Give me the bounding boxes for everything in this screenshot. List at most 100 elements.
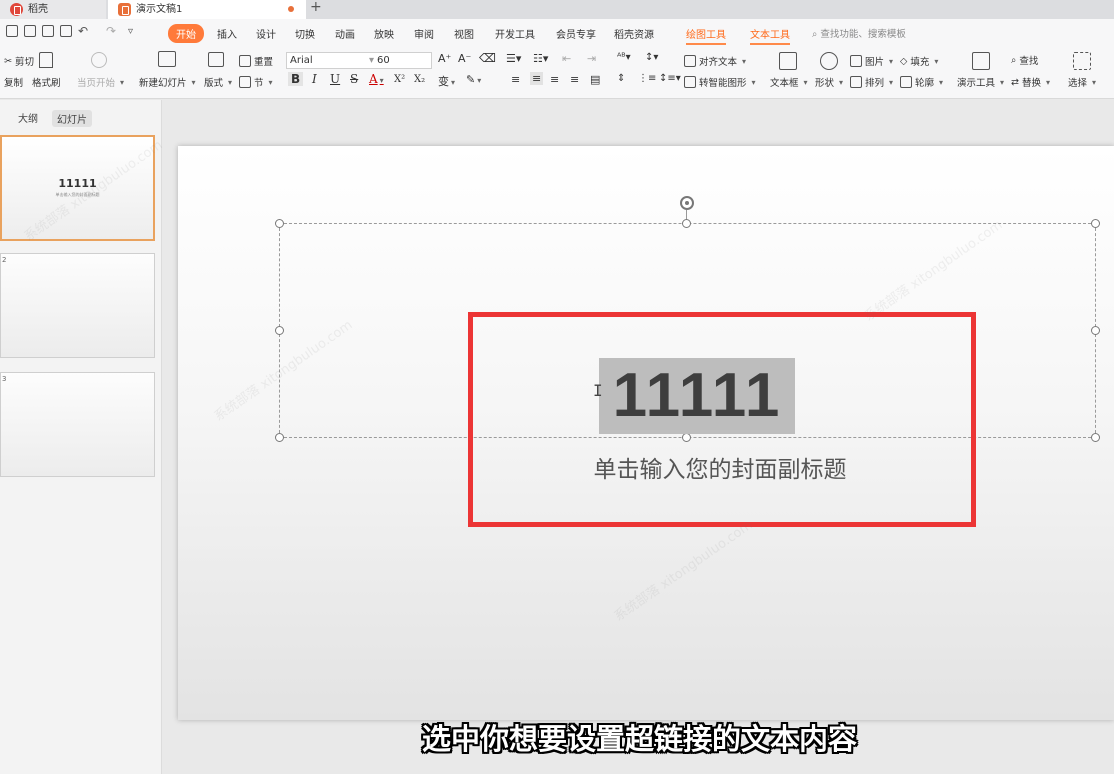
bullet-list-icon[interactable]: ☰▾ — [506, 52, 521, 65]
numbered-list-icon[interactable]: ☷▾ — [533, 52, 548, 65]
column-icon[interactable]: ⇕ — [617, 73, 625, 84]
menu-drawing-tools[interactable]: 绘图工具 — [686, 26, 726, 45]
menu-home[interactable]: 开始 — [168, 24, 204, 43]
increase-indent-icon[interactable]: ⇥ — [587, 52, 596, 65]
line-spacing-icon[interactable]: ↕≡▾ — [659, 73, 681, 84]
outline-button[interactable]: 轮廓 — [900, 75, 943, 89]
file-icon[interactable] — [6, 25, 18, 37]
title-tab-bar: 稻壳 演示文稿1 + — [0, 0, 1114, 19]
resize-handle-bottom-right[interactable] — [1091, 433, 1100, 442]
menu-member[interactable]: 会员专享 — [556, 26, 596, 41]
tab-docer[interactable]: 稻壳 — [0, 0, 106, 19]
arrange-button[interactable]: 排列 — [850, 75, 893, 89]
menu-review[interactable]: 审阅 — [414, 26, 434, 41]
new-tab-button[interactable]: + — [310, 0, 322, 15]
print-preview-icon[interactable] — [60, 25, 72, 37]
slide-thumbnail-2[interactable]: 2 — [0, 253, 155, 358]
save-icon[interactable] — [24, 25, 36, 37]
font-name-field[interactable]: Arial — [290, 55, 313, 66]
format-painter-label: 格式刷 — [32, 78, 61, 89]
picture-button[interactable]: 图片 — [850, 54, 893, 68]
fill-label: 填充 — [910, 57, 930, 68]
find-button[interactable]: ⌕ 查找 — [1011, 53, 1038, 68]
customize-toolbar-icon[interactable]: ▿ — [128, 26, 133, 37]
superscript-button[interactable]: X² — [394, 74, 405, 85]
slide-thumbnail-1[interactable]: 11111 单击输入您的封面副标题 — [0, 135, 155, 241]
menu-text-tools[interactable]: 文本工具 — [750, 26, 790, 45]
tab-presentation1[interactable]: 演示文稿1 — [108, 0, 306, 19]
increase-font-icon[interactable]: A⁺ — [438, 52, 451, 65]
new-slide-button[interactable]: 新建幻灯片 — [139, 75, 196, 89]
clear-format-icon[interactable]: ⌫ — [479, 51, 496, 65]
font-size-field[interactable]: 60 — [377, 53, 390, 68]
outline-icon — [900, 76, 912, 88]
print-icon[interactable] — [42, 25, 54, 37]
shape-button[interactable]: 形状 — [815, 75, 843, 89]
tab-slides[interactable]: 幻灯片 — [52, 110, 92, 127]
tab-outline[interactable]: 大纲 — [18, 110, 38, 125]
smart-shape-icon — [684, 76, 696, 88]
menu-design[interactable]: 设计 — [256, 26, 276, 41]
replace-button[interactable]: ⇄ 替换 — [1011, 75, 1050, 90]
redo-icon[interactable]: ↷ — [106, 24, 116, 38]
fill-button[interactable]: ◇ 填充 — [900, 54, 938, 69]
resize-handle-top[interactable] — [682, 219, 691, 228]
line-spacing-top-icon[interactable]: ↕▾ — [645, 52, 658, 63]
justify-icon[interactable]: ≡ — [570, 73, 579, 86]
shape-label: 形状 — [815, 78, 835, 89]
underline-button[interactable]: U — [330, 72, 340, 86]
presentation-tools-label: 演示工具 — [957, 78, 996, 89]
font-color-button[interactable]: A — [369, 72, 384, 86]
align-right-icon[interactable]: ≡ — [550, 73, 559, 86]
phonetic-guide-button[interactable]: 变 — [438, 73, 455, 89]
function-search[interactable]: ⌕ 查找功能、搜索模板 — [812, 26, 906, 40]
menu-animations[interactable]: 动画 — [335, 26, 355, 41]
resize-handle-left[interactable] — [275, 326, 284, 335]
align-center-icon[interactable]: ≡ — [530, 72, 544, 85]
font-selector[interactable]: Arial ▾ 60 — [286, 52, 432, 69]
docer-logo-icon — [10, 3, 23, 16]
menu-transitions[interactable]: 切换 — [295, 26, 315, 41]
thumbnail-subtitle: 单击输入您的封面副标题 — [55, 192, 100, 197]
menu-insert[interactable]: 插入 — [217, 26, 237, 41]
cut-button[interactable]: ✂ 剪切 — [4, 54, 34, 69]
text-box-button[interactable]: 文本框 — [770, 75, 808, 89]
annotation-highlight-box — [468, 312, 976, 527]
resize-handle-top-right[interactable] — [1091, 219, 1100, 228]
resize-handle-bottom-left[interactable] — [275, 433, 284, 442]
reset-button[interactable]: 重置 — [239, 54, 273, 68]
select-button[interactable]: 选择 — [1068, 75, 1096, 89]
format-painter-button[interactable]: 格式刷 — [32, 75, 61, 89]
copy-button[interactable]: 复制 — [4, 75, 23, 89]
play-from-current-button[interactable]: 当页开始 — [77, 75, 124, 89]
menu-slideshow[interactable]: 放映 — [374, 26, 394, 41]
section-button[interactable]: 节 — [239, 75, 273, 89]
align-text-button[interactable]: 对齐文本 — [684, 54, 746, 68]
decrease-indent-icon[interactable]: ⇤ — [562, 52, 571, 65]
rotate-handle-icon[interactable] — [680, 196, 694, 210]
layout-button[interactable]: 版式 — [204, 75, 232, 89]
text-direction-icon[interactable]: ᴬᴮ▾ — [617, 52, 631, 63]
italic-button[interactable]: I — [312, 72, 317, 86]
menu-view[interactable]: 视图 — [454, 26, 474, 41]
resize-handle-right[interactable] — [1091, 326, 1100, 335]
subscript-button[interactable]: X₂ — [414, 74, 425, 85]
resize-handle-top-left[interactable] — [275, 219, 284, 228]
highlight-icon[interactable]: ✎ — [466, 73, 481, 86]
font-dropdown-icon[interactable]: ▾ — [369, 53, 374, 68]
decrease-font-icon[interactable]: A⁻ — [458, 52, 471, 65]
undo-icon[interactable]: ↶ — [78, 24, 88, 38]
bold-button[interactable]: B — [288, 72, 304, 86]
align-left-icon[interactable]: ≡ — [511, 73, 520, 86]
smart-shape-button[interactable]: 转智能图形 — [684, 75, 756, 89]
menu-developer[interactable]: 开发工具 — [495, 26, 535, 41]
presentation-tools-button[interactable]: 演示工具 — [957, 75, 1004, 89]
arrange-icon — [850, 76, 862, 88]
menu-docer-resources[interactable]: 稻壳资源 — [614, 26, 654, 41]
select-label: 选择 — [1068, 78, 1088, 89]
strikethrough-button[interactable]: S — [350, 72, 358, 86]
find-icon: ⌕ — [1011, 54, 1017, 66]
slide-thumbnail-3[interactable]: 3 — [0, 372, 155, 477]
paragraph-spacing-icon[interactable]: ⋮≡ — [638, 73, 656, 84]
distribute-icon[interactable]: ▤ — [590, 73, 600, 86]
